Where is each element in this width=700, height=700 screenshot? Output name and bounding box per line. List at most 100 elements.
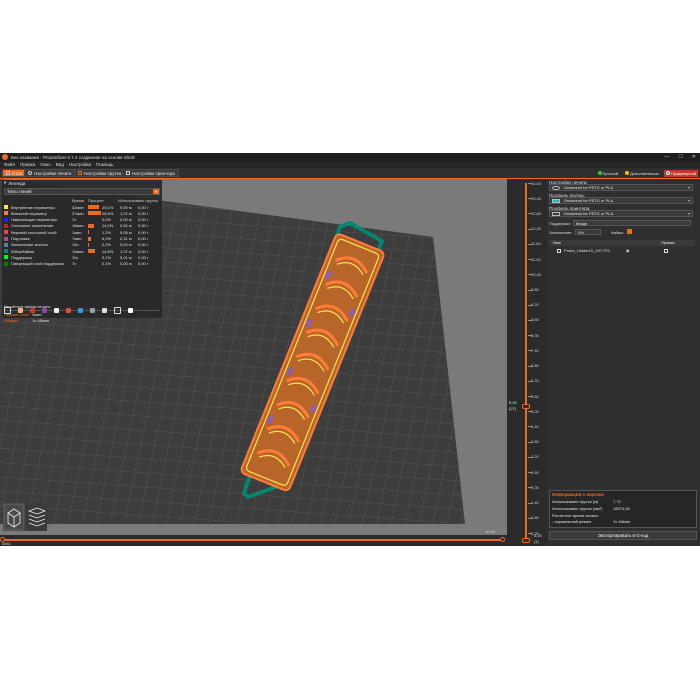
- menu-help[interactable]: Помощь: [96, 162, 113, 167]
- shells-icon[interactable]: [114, 307, 121, 314]
- tool-change-icon[interactable]: [66, 308, 71, 313]
- wipe-icon[interactable]: [18, 308, 23, 313]
- travel-icon[interactable]: [4, 307, 11, 314]
- vertical-layer-slider[interactable]: 14,00 13,40 12,80 12,20 11,60 11,00 10,40 9,80 9…: [507, 179, 547, 546]
- mode-advanced[interactable]: Дополнительно: [623, 170, 661, 177]
- legend-row[interactable]: Сплошное заполнение 18мин 14,0% 0,52 м 0,00 …: [4, 223, 162, 229]
- current-layer-index: (27): [509, 406, 517, 411]
- feature-meters: 9,59 м: [120, 204, 132, 210]
- chevron-down-icon: ▾: [153, 189, 159, 194]
- retraction-icon[interactable]: [30, 308, 35, 313]
- mode-expert[interactable]: Продвинутый: [663, 169, 698, 177]
- pause-icon[interactable]: [90, 308, 95, 313]
- color-swatch: [4, 236, 8, 241]
- feature-name: Нависающие периметры: [11, 217, 58, 223]
- feature-meters: 1,07 м: [120, 210, 132, 216]
- bottom-layer-index: (1): [534, 539, 539, 544]
- deretraction-icon[interactable]: [42, 308, 47, 313]
- feature-name: Сплошное заполнение: [11, 223, 54, 229]
- feature-time: 1мин: [72, 229, 82, 235]
- feature-percent: 0,0%: [102, 217, 112, 223]
- feature-percent: 1,2%: [102, 229, 112, 235]
- slider-tick-label: 5,60: [531, 393, 539, 399]
- seam-icon[interactable]: [54, 308, 59, 313]
- filament-profile-combo[interactable]: Dndseimd for PETG or PLA ▾: [549, 197, 693, 204]
- tab-print-settings-label: Настройки печати: [34, 170, 72, 176]
- supports-select[interactable]: Везде: [573, 220, 691, 226]
- print-settings-value: Dndseimd for PETG or PLA: [564, 185, 614, 190]
- legend-row[interactable]: Подложка 7мин 6,0% 0,31 м 0,00 г: [4, 236, 162, 242]
- view-type-select[interactable]: Типы линий ▾: [4, 188, 160, 195]
- print-settings-combo[interactable]: Dndseimd for PETG or PLA ▾: [549, 184, 693, 191]
- col-percent: Процент: [88, 198, 104, 203]
- feature-name: Связующий слой поддержки: [11, 261, 64, 267]
- slice-info-box: Информация о нарезке Использовано прутка…: [549, 490, 697, 528]
- feature-percent: 0,1%: [102, 254, 112, 260]
- infill-value: 0%: [578, 230, 584, 235]
- title-bar: Без названия - PrusaSlicer-2.7.4 созданн…: [0, 153, 700, 161]
- color-swatch: [4, 217, 8, 222]
- tab-printer-settings[interactable]: Настройки принтера: [122, 169, 179, 177]
- custom-gcode-icon[interactable]: [102, 308, 107, 313]
- filament-icon: [78, 171, 82, 175]
- filament-color-swatch[interactable]: [552, 198, 560, 203]
- legend-row[interactable]: Заполнение мостов 15с 0,2% 0,02 м 0,00 г: [4, 242, 162, 248]
- mode-simple[interactable]: Простой: [596, 170, 621, 177]
- legend-row[interactable]: Нависающие периметры 7с 0,0% 0,00 м 0,00 г: [4, 217, 162, 223]
- color-swatch: [4, 249, 8, 254]
- mode-simple-label: Простой: [602, 170, 619, 176]
- eye-icon[interactable]: ◉: [626, 248, 630, 254]
- horizontal-slider[interactable]: 5861 6040: [0, 529, 507, 546]
- legend-row[interactable]: Внешний периметр 37мин 28,9% 1,07 м 0,00 г: [4, 210, 162, 216]
- object-row[interactable]: Probe_Holder10_007.STL ◉: [549, 248, 695, 254]
- vslider-bottom-knob[interactable]: [522, 538, 530, 543]
- legend-header[interactable]: ▾ Легенда: [2, 180, 162, 186]
- legend-row[interactable]: Связующий слой поддержки 7с 0,1% 0,00 м 0,00…: [4, 261, 162, 267]
- legend-row[interactable]: Юбка/Кайма 19мин 14,8% 1,07 м 0,00 г: [4, 248, 162, 254]
- maximize-icon[interactable]: ☐: [678, 154, 682, 160]
- slider-tick-label: 4,40: [531, 423, 539, 429]
- minimize-icon[interactable]: —: [664, 154, 669, 160]
- tab-filament-settings[interactable]: Настройки прутка: [74, 169, 126, 177]
- menu-view[interactable]: Вид: [56, 162, 64, 167]
- mode-advanced-label: Дополнительно: [630, 170, 659, 176]
- infill-label: Заполнение:: [549, 230, 573, 235]
- layers-view-icon[interactable]: [3, 503, 47, 531]
- feature-percent: 28,9%: [102, 210, 114, 216]
- menu-file[interactable]: Файл: [4, 162, 15, 167]
- export-gcode-button[interactable]: Экспортировать в G-код: [549, 531, 697, 540]
- legend-row[interactable]: Верхний сплошной слой 1мин 1,2% 0,05 м 0,00 …: [4, 229, 162, 235]
- printer-profile-combo[interactable]: Dndseimd for PETG or PLA ▾: [549, 210, 693, 217]
- color-swatch: [4, 261, 8, 266]
- menu-edit[interactable]: Правка: [20, 162, 35, 167]
- vslider-top-knob[interactable]: [522, 404, 530, 409]
- edit-icon[interactable]: [664, 249, 668, 253]
- legend-row[interactable]: Внутренние периметры 32мин 25,1% 9,59 м 0,00…: [4, 204, 162, 210]
- color-change-icon[interactable]: [78, 308, 83, 313]
- feature-time: 18мин: [72, 223, 84, 229]
- slider-tick-label: 8,00: [531, 332, 539, 338]
- infill-select[interactable]: 0%: [575, 229, 601, 235]
- slider-tick-label: 5,00: [531, 408, 539, 414]
- view-type-value: Типы линий: [7, 189, 32, 194]
- legend-row[interactable]: Поддержка 11с 0,1% 0,01 м 0,00 г: [4, 254, 162, 260]
- brim-checkbox[interactable]: [627, 229, 632, 234]
- menu-settings[interactable]: Настройки: [69, 162, 91, 167]
- printer-icon: [126, 171, 130, 175]
- hslider-end-knob[interactable]: [500, 537, 505, 542]
- tab-plater[interactable]: Стол: [2, 169, 27, 177]
- feature-meters: 0,05 м: [120, 229, 132, 235]
- feature-meters: 0,00 м: [120, 217, 132, 223]
- menu-window[interactable]: Окно: [40, 162, 50, 167]
- percent-bar: [88, 211, 101, 216]
- tab-print-settings[interactable]: Настройки печати: [24, 169, 76, 177]
- feature-grams: 0,00 г: [138, 248, 149, 254]
- close-icon[interactable]: ✕: [692, 154, 696, 160]
- collapse-arrow-icon[interactable]: ▾: [4, 180, 6, 186]
- vslider-track: [525, 183, 527, 540]
- col-used: Использовано прутка: [118, 198, 158, 203]
- feature-time: 7мин: [72, 236, 82, 241]
- tool-marker-icon[interactable]: [128, 308, 133, 313]
- brim-label: Кайма:: [611, 230, 624, 235]
- supports-label: Поддержки:: [549, 221, 571, 226]
